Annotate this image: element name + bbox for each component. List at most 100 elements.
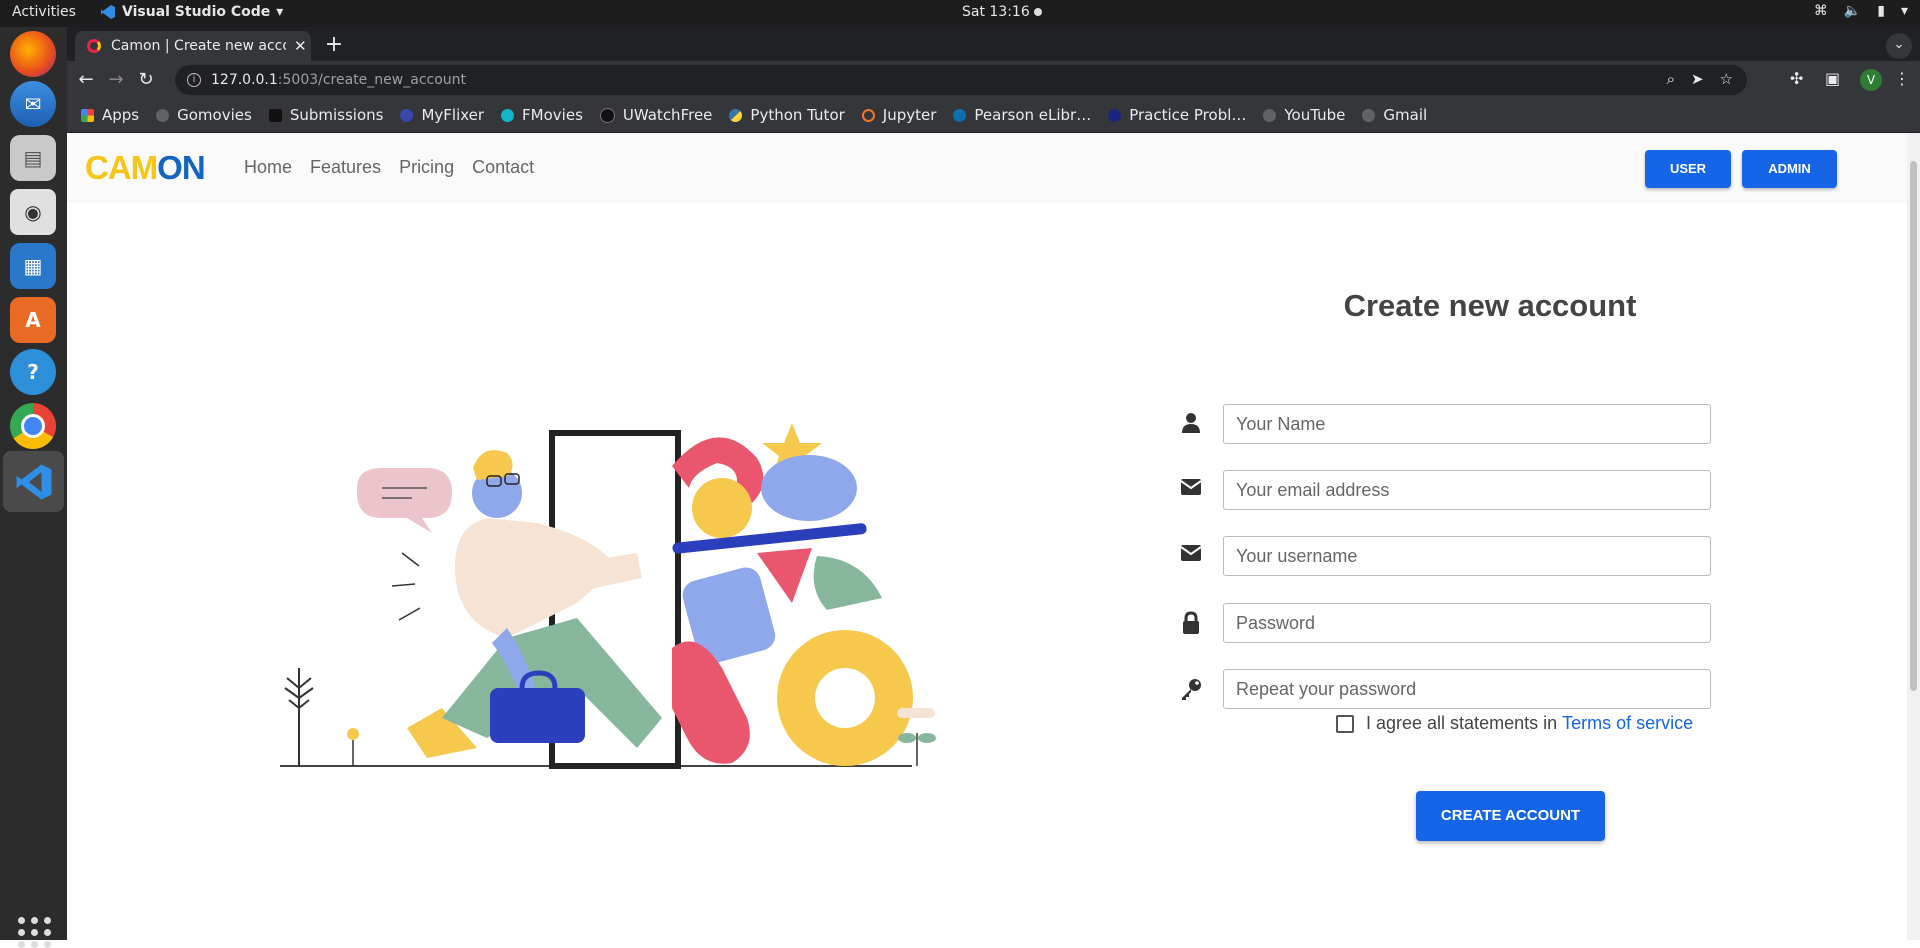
page-viewport: CAMON Home Features Pricing Contact USER… [67,133,1907,940]
bookmark-gomovies[interactable]: Gomovies [156,106,252,124]
username-input[interactable] [1223,536,1711,576]
repeat-password-row [1167,669,1767,709]
bookmark-label: Gmail [1383,106,1428,124]
bookmark-myflixer[interactable]: MyFlixer [400,106,484,124]
bookmark-label: Jupyter [882,106,937,124]
bookmark-fmovies[interactable]: FMovies [501,106,583,124]
chrome-icon[interactable] [10,403,56,449]
vscode-small-icon [101,5,115,19]
jupyter-icon [861,108,875,122]
bookmark-apps[interactable]: Apps [81,106,139,124]
tab-strip: Camon | Create new account ✕ + ⌄ [67,27,1920,61]
bookmark-label: Apps [102,106,140,124]
nav-pricing[interactable]: Pricing [399,157,454,178]
globe-icon [156,108,170,122]
writer-icon[interactable]: ▦ [10,243,56,289]
practice-icon [1108,108,1122,122]
apps-grid-icon [81,108,94,122]
page-scrollbar[interactable] [1907,133,1920,940]
username-row [1167,536,1767,576]
python-icon [729,108,743,122]
bookmark-uwatchfree[interactable]: UWatchFree [599,106,712,124]
chevron-down-icon: ▾ [276,4,284,20]
battery-icon: ▮ [1877,3,1885,19]
password-row [1167,603,1767,643]
bookmark-pearson[interactable]: Pearson eLibr… [953,106,1091,124]
nav-home[interactable]: Home [244,157,292,178]
bookmark-label: Pearson eLibr… [974,106,1092,124]
bookmark-star-icon[interactable]: ☆ [1720,70,1733,88]
app-menu[interactable]: Visual Studio Code ▾ [100,4,283,20]
forward-icon[interactable]: → [105,69,127,91]
create-account-button[interactable]: CREATE ACCOUNT [1416,791,1605,841]
rhythmbox-icon[interactable]: ◉ [10,189,56,235]
myflixer-icon [400,108,414,122]
bookmarks-bar: Apps Gomovies Submissions MyFlixer FMovi… [67,99,1920,133]
files-icon[interactable]: ▤ [10,135,56,181]
bookmark-label: Gomovies [177,106,252,124]
nav-features[interactable]: Features [310,157,381,178]
more-menu-icon[interactable]: ⋮ [1894,69,1910,88]
chevron-down-icon: ▾ [1900,3,1908,19]
user-icon [1179,412,1203,436]
globe-icon [1263,108,1277,122]
fmovies-icon [501,108,515,122]
address-bar[interactable]: i 127.0.0.1:5003/create_new_account ⌕ ➤ … [175,65,1747,95]
reload-icon[interactable]: ↻ [135,69,157,91]
terms-label: I agree all statements in [1366,713,1558,733]
bookmark-submissions[interactable]: Submissions [268,106,384,124]
globe-icon [1362,108,1376,122]
tab-active[interactable]: Camon | Create new account ✕ [75,31,311,61]
favicon-icon [87,39,101,53]
software-icon[interactable]: A [10,297,56,343]
tab-title: Camon | Create new account [111,38,286,54]
password-input[interactable] [1223,603,1711,643]
back-icon[interactable]: ← [75,69,97,91]
extensions-icon[interactable]: ✣ [1790,69,1803,88]
terms-link[interactable]: Terms of service [1562,713,1693,734]
bookmark-python-tutor[interactable]: Python Tutor [729,106,845,124]
terms-checkbox[interactable] [1336,714,1354,733]
site-logo[interactable]: CAMON [85,149,206,187]
show-apps-icon[interactable] [18,917,52,948]
send-icon[interactable]: ➤ [1691,70,1704,88]
name-input[interactable] [1223,404,1711,444]
bookmark-gmail[interactable]: Gmail [1362,106,1427,124]
terms-agreement: I agree all statements in Terms of servi… [1336,713,1693,734]
bookmark-label: Submissions [289,106,384,124]
new-tab-button[interactable]: + [321,33,347,59]
side-panel-icon[interactable]: ▣ [1825,69,1840,88]
help-icon[interactable]: ? [10,349,56,395]
thunderbird-icon[interactable]: ✉ [10,81,56,127]
dock: ✉ ▤ ◉ ▦ A ? [0,27,67,948]
key-icon [1179,677,1203,701]
signup-illustration [280,423,936,769]
bookmark-label: YouTube [1284,106,1346,124]
email-input[interactable] [1223,470,1711,510]
tab-search-button[interactable]: ⌄ [1886,33,1912,59]
nav-contact[interactable]: Contact [472,157,534,178]
pearson-icon [953,108,967,122]
activities-button[interactable]: Activities [12,4,76,20]
envelope-icon [1179,544,1203,568]
bookmark-practice[interactable]: Practice Probl… [1108,106,1246,124]
app-menu-label: Visual Studio Code [122,4,271,20]
envelope-icon [1179,478,1203,502]
clock-label: Sat 13:16 [962,4,1030,20]
system-tray[interactable]: ⌘ 🔈 ▮ ▾ [1814,3,1908,19]
logo-part2: ON [157,149,205,186]
bookmark-label: Python Tutor [750,106,845,124]
clock[interactable]: Sat 13:16 [962,4,1042,20]
browser-toolbar: ← → ↻ i 127.0.0.1:5003/create_new_accoun… [67,61,1920,99]
bookmark-label: Practice Probl… [1129,106,1247,124]
profile-avatar[interactable]: V [1860,69,1882,91]
zoom-icon[interactable]: ⌕ [1667,70,1675,88]
bookmark-jupyter[interactable]: Jupyter [861,106,937,124]
bookmark-youtube[interactable]: YouTube [1263,106,1345,124]
site-info-icon[interactable]: i [187,73,201,87]
repeat-password-input[interactable] [1223,669,1711,709]
vscode-icon[interactable] [3,451,64,512]
close-icon[interactable]: ✕ [294,37,307,55]
firefox-icon[interactable] [10,31,56,77]
scrollbar-thumb[interactable] [1910,161,1917,691]
